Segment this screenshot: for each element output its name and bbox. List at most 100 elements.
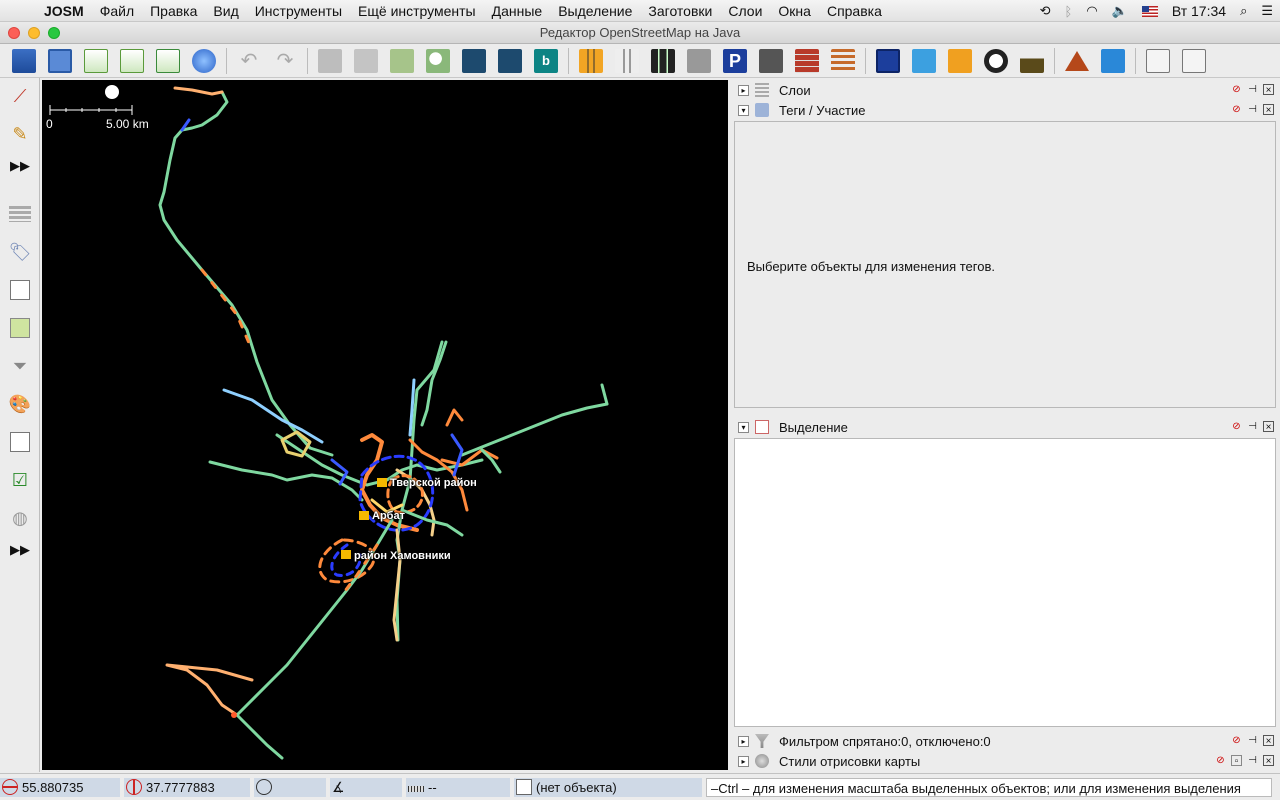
validation-toggle-button[interactable]: ☑ — [6, 466, 34, 494]
preset-sport-button[interactable] — [981, 47, 1011, 75]
close-icon[interactable]: × — [1263, 104, 1274, 116]
map-view[interactable]: 0 5.00 km Тверской район Арбат район Хам… — [42, 80, 728, 770]
menu-help[interactable]: Справка — [819, 0, 890, 22]
imagery-button-2[interactable] — [495, 47, 525, 75]
close-icon[interactable]: × — [1263, 735, 1274, 747]
preset-street-button[interactable] — [612, 47, 642, 75]
preset-waterway-button[interactable] — [1098, 47, 1128, 75]
changeset-toggle-button[interactable] — [6, 428, 34, 456]
redo-button[interactable]: ↷ — [270, 47, 300, 75]
upload-button[interactable] — [153, 47, 183, 75]
pin-icon[interactable]: ⊣ — [1247, 735, 1258, 746]
menu-windows[interactable]: Окна — [770, 0, 819, 22]
preferences-button[interactable] — [189, 47, 219, 75]
longitude-field[interactable]: 37.7777883 — [124, 777, 250, 797]
heading-field[interactable] — [254, 777, 326, 797]
preset-wall-button[interactable] — [792, 47, 822, 75]
close-icon[interactable]: × — [1263, 421, 1274, 433]
preset-fuel-button[interactable] — [756, 47, 786, 75]
tags-toggle-button[interactable]: 🏷 — [6, 238, 34, 266]
preset-hotel-button[interactable] — [909, 47, 939, 75]
download-button[interactable] — [81, 47, 111, 75]
expand-icon[interactable]: ▸ — [738, 735, 749, 747]
object-name-field[interactable]: (нет объекта) — [514, 777, 702, 797]
copy-button[interactable] — [315, 47, 345, 75]
search-button[interactable] — [423, 47, 453, 75]
expand-icon[interactable]: ▸ — [738, 755, 749, 767]
hide-panel-icon[interactable]: ⊘ — [1231, 421, 1242, 432]
hide-panel-icon[interactable]: ⊘ — [1231, 735, 1242, 746]
flag-icon[interactable] — [1141, 5, 1158, 17]
menu-app-name[interactable]: JOSM — [36, 0, 92, 22]
menu-view[interactable]: Вид — [205, 0, 246, 22]
menu-edit[interactable]: Правка — [142, 0, 205, 22]
delete-button[interactable] — [351, 47, 381, 75]
more-dialogs-button[interactable]: ▶▶ — [6, 536, 34, 564]
menu-file[interactable]: Файл — [92, 0, 142, 22]
minimize-window-button[interactable] — [28, 27, 40, 39]
open-file-button[interactable] — [9, 47, 39, 75]
place-label-khamovniki[interactable]: район Хамовники — [354, 550, 451, 562]
relations-toggle-button[interactable] — [6, 276, 34, 304]
place-label-arbat[interactable]: Арбат — [372, 510, 405, 522]
zoom-to-selection-button[interactable] — [1179, 47, 1209, 75]
preset-path-button[interactable] — [684, 47, 714, 75]
notification-center-icon[interactable]: ☰ — [1261, 3, 1273, 19]
save-button[interactable] — [45, 47, 75, 75]
wifi-icon[interactable]: ◠ — [1086, 3, 1097, 19]
preset-industrial-button[interactable] — [1017, 47, 1047, 75]
layers-panel-header[interactable]: ▸ Слои ⊘ ⊣ × — [734, 80, 1276, 100]
wms-button[interactable] — [387, 47, 417, 75]
tags-panel-header[interactable]: ▾ Теги / Участие ⊘ ⊣ × — [734, 100, 1276, 120]
preset-railway-button[interactable] — [828, 47, 858, 75]
place-label-tverskoy[interactable]: Тверской район — [390, 477, 477, 489]
preset-road-button[interactable] — [576, 47, 606, 75]
menu-presets[interactable]: Заготовки — [640, 0, 720, 22]
pin-icon[interactable]: ⊣ — [1247, 755, 1258, 766]
volume-icon[interactable]: 🔈 — [1112, 3, 1128, 19]
menu-data[interactable]: Данные — [484, 0, 551, 22]
selection-list[interactable] — [734, 438, 1276, 727]
time-machine-icon[interactable]: ⟲ — [1040, 3, 1051, 19]
preset-information-button[interactable] — [873, 47, 903, 75]
undo-button[interactable]: ↶ — [234, 47, 264, 75]
close-window-button[interactable] — [8, 27, 20, 39]
pin-icon[interactable]: ⊣ — [1247, 84, 1258, 95]
zoom-window-button[interactable] — [48, 27, 60, 39]
close-icon[interactable]: × — [1263, 755, 1274, 767]
zoom-to-data-button[interactable] — [1143, 47, 1173, 75]
map-style-toggle-button[interactable]: 🎨 — [6, 390, 34, 418]
layers-toggle-button[interactable] — [6, 200, 34, 228]
collapse-icon[interactable]: ▾ — [738, 104, 749, 116]
pin-icon[interactable]: ⊣ — [1247, 421, 1258, 432]
latitude-field[interactable]: 55.880735 — [0, 777, 120, 797]
notes-toggle-button[interactable]: ◍ — [6, 504, 34, 532]
spotlight-icon[interactable]: ⌕ — [1240, 3, 1247, 19]
distance-field[interactable]: -- — [406, 777, 510, 797]
preset-highway-button[interactable] — [648, 47, 678, 75]
filter-panel-header[interactable]: ▸ Фильтром спрятано:0, отключено:0 ⊘ ⊣ × — [734, 731, 1276, 751]
styles-panel-header[interactable]: ▸ Стили отрисовки карты ⊘ ▫ ⊣ × — [734, 751, 1276, 771]
bing-button[interactable]: b — [531, 47, 561, 75]
select-tool-button[interactable]: ⟋ — [6, 82, 34, 110]
menu-layers[interactable]: Слои — [720, 0, 770, 22]
preset-parking-button[interactable]: P — [720, 47, 750, 75]
preset-shop-button[interactable] — [945, 47, 975, 75]
clock[interactable]: Вт 17:34 — [1172, 3, 1226, 19]
filter-toggle-button[interactable]: ⏷ — [6, 352, 34, 380]
selection-panel-header[interactable]: ▾ Выделение ⊘ ⊣ × — [734, 417, 1276, 437]
hide-panel-icon[interactable]: ⊘ — [1231, 84, 1242, 95]
imagery-button-1[interactable] — [459, 47, 489, 75]
draw-tool-button[interactable]: ✎ — [6, 120, 34, 148]
expand-icon[interactable]: ▸ — [738, 84, 749, 96]
preset-peak-button[interactable] — [1062, 47, 1092, 75]
pin-icon[interactable]: ⊣ — [1247, 104, 1258, 115]
angle-field[interactable]: ∡ — [330, 777, 402, 797]
collapse-icon[interactable]: ▾ — [738, 421, 749, 433]
download-along-button[interactable] — [117, 47, 147, 75]
authors-toggle-button[interactable] — [6, 314, 34, 342]
menu-selection[interactable]: Выделение — [550, 0, 640, 22]
bluetooth-icon[interactable]: ᛒ — [1065, 4, 1073, 19]
menu-tools[interactable]: Инструменты — [247, 0, 350, 22]
settings-icon[interactable]: ▫ — [1231, 755, 1242, 767]
